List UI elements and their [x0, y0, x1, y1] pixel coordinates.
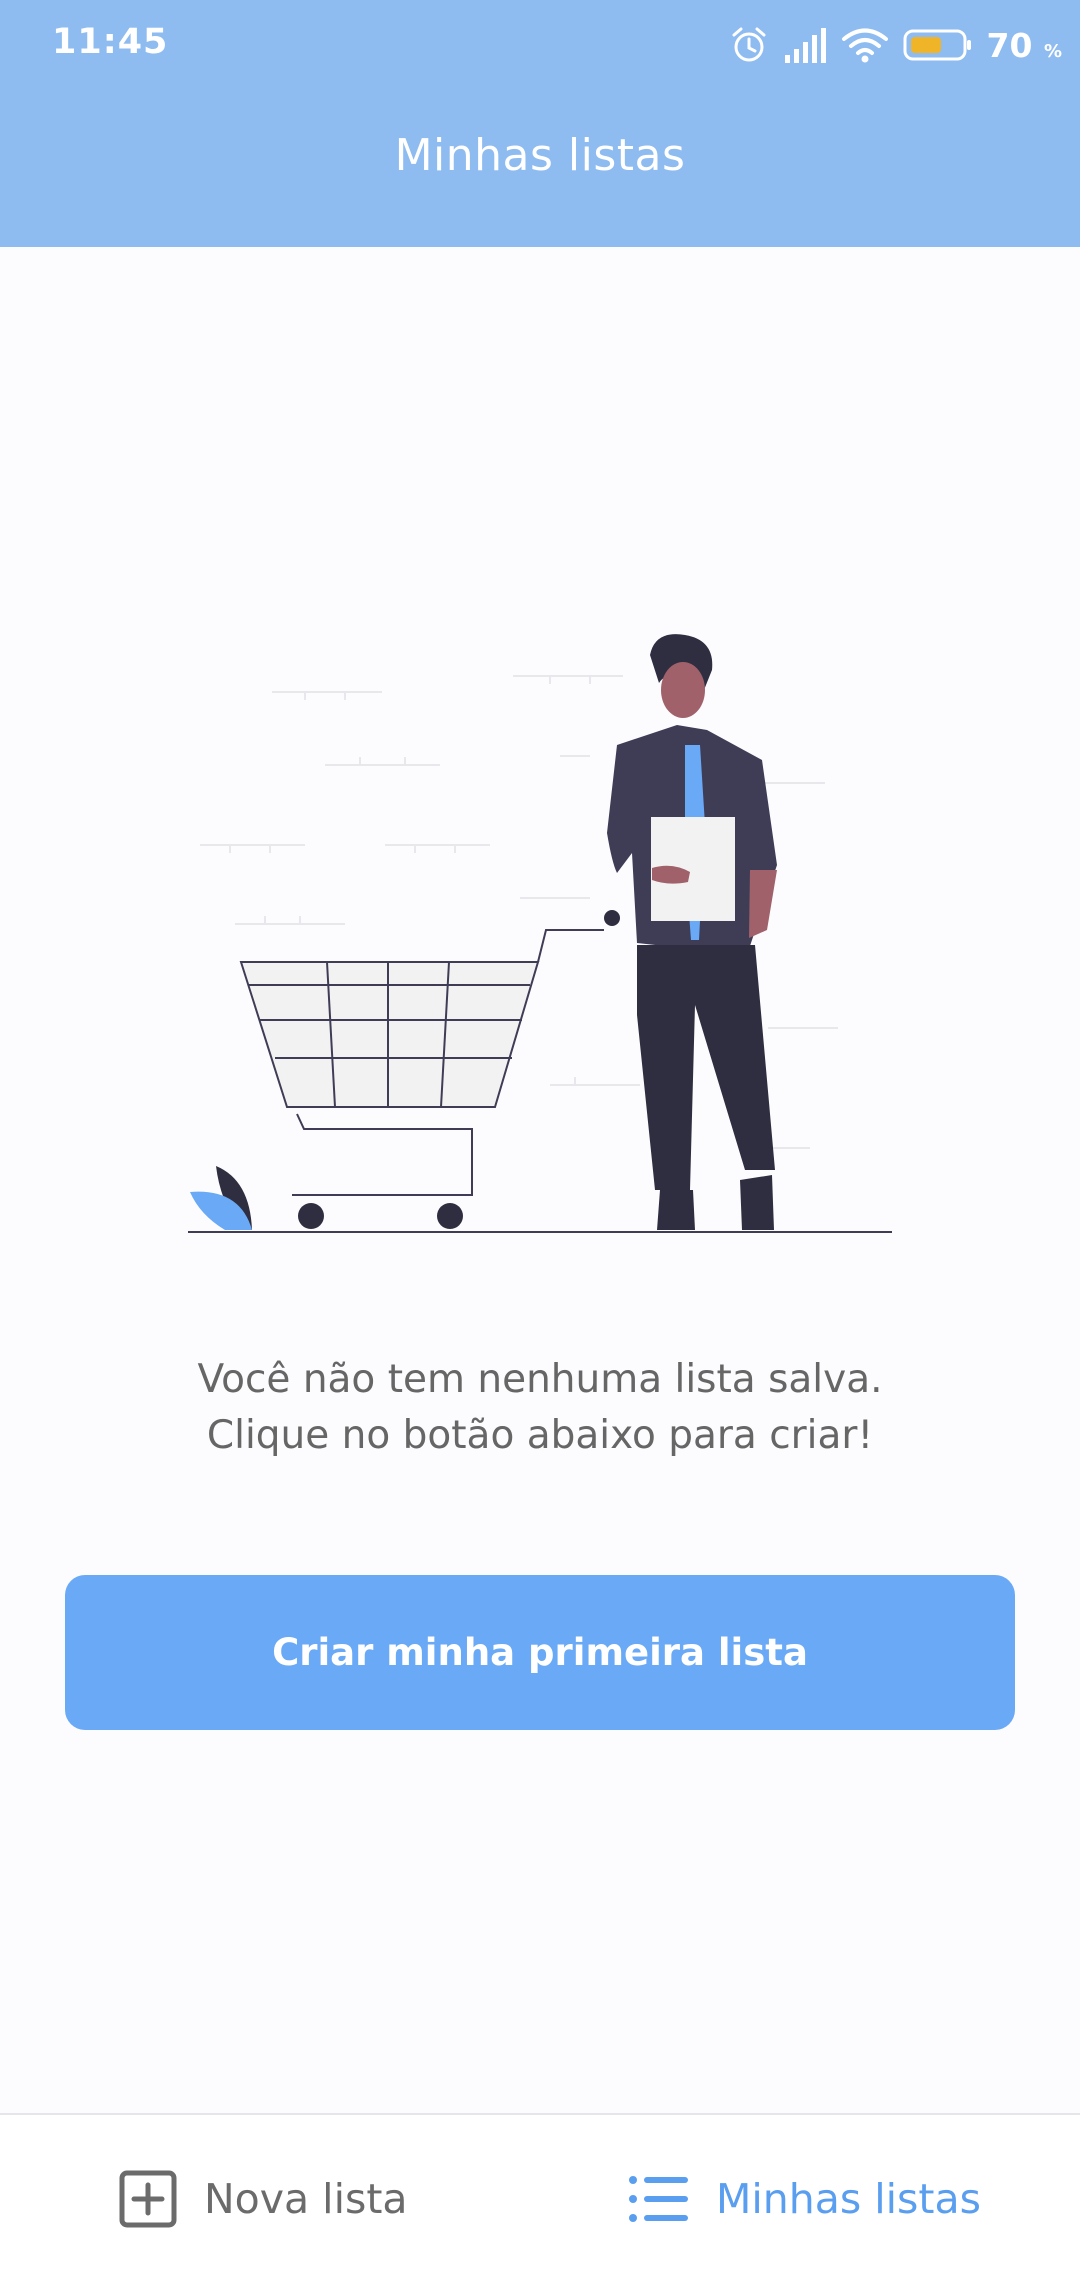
plus-square-icon — [118, 2169, 178, 2229]
shopping-cart — [239, 929, 604, 1196]
alarm-icon — [729, 25, 769, 65]
signal-icon — [783, 27, 827, 63]
nav-item-label: Nova lista — [204, 2174, 408, 2223]
status-time: 11:45 — [52, 22, 169, 62]
person-figure — [607, 634, 777, 1230]
nav-item-my-lists[interactable]: Minhas listas — [628, 2115, 981, 2280]
wifi-icon — [841, 26, 889, 64]
nav-item-new-list[interactable]: Nova lista — [118, 2115, 408, 2280]
nav-item-label: Minhas listas — [716, 2174, 981, 2223]
empty-state-illustration — [188, 634, 892, 1233]
page-title: Minhas listas — [394, 130, 686, 181]
create-first-list-button[interactable]: Criar minha primeira lista — [65, 1575, 1015, 1730]
bottom-navigation: Nova lista Minhas listas — [0, 2113, 1080, 2280]
app-header: 11:45 70 % Minhas listas — [0, 0, 1080, 247]
status-bar: 11:45 70 % — [0, 0, 1080, 90]
battery-percent: 70 % — [986, 25, 1062, 65]
empty-state-line-1: Você não tem nenhuma lista salva. — [197, 1357, 883, 1402]
list-icon — [628, 2174, 690, 2224]
battery-icon — [903, 28, 973, 62]
empty-state-message: Você não tem nenhuma lista salva. Clique… — [0, 1352, 1080, 1464]
status-icons: 70 % — [729, 20, 1062, 70]
empty-state-line-2: Clique no botão abaixo para criar! — [206, 1413, 874, 1458]
